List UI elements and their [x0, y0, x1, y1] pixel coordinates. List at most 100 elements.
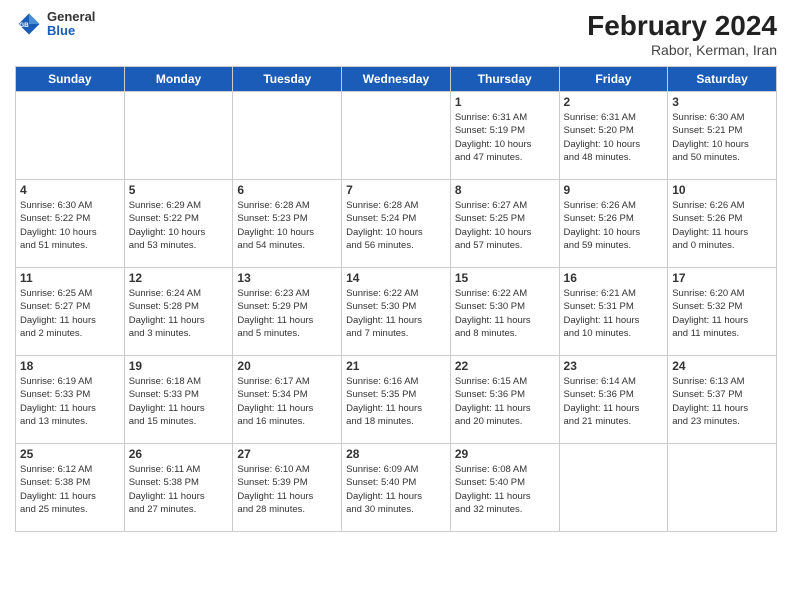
calendar-cell: 5 Sunrise: 6:29 AM Sunset: 5:22 PM Daylig… [124, 180, 233, 268]
calendar-cell: 19 Sunrise: 6:18 AM Sunset: 5:33 PM Dayli… [124, 356, 233, 444]
day-number: 26 [129, 447, 229, 461]
day-info: Sunrise: 6:09 AM Sunset: 5:40 PM Dayligh… [346, 463, 446, 516]
calendar-cell [342, 92, 451, 180]
calendar-cell: 18 Sunrise: 6:19 AM Sunset: 5:33 PM Dayli… [16, 356, 125, 444]
calendar-cell: 8 Sunrise: 6:27 AM Sunset: 5:25 PM Daylig… [450, 180, 559, 268]
day-info: Sunrise: 6:17 AM Sunset: 5:34 PM Dayligh… [237, 375, 337, 428]
calendar-cell: 1Sunrise: 6:31 AM Sunset: 5:19 PM Daylig… [450, 92, 559, 180]
month-year-title: February 2024 [587, 10, 777, 42]
calendar-cell: 3 Sunrise: 6:30 AM Sunset: 5:21 PM Daylig… [668, 92, 777, 180]
logo-general: General [47, 10, 95, 24]
day-number: 3 [672, 95, 772, 109]
day-info: Sunrise: 6:31 AM Sunset: 5:20 PM Dayligh… [564, 111, 664, 164]
day-info: Sunrise: 6:23 AM Sunset: 5:29 PM Dayligh… [237, 287, 337, 340]
calendar-table: SundayMondayTuesdayWednesdayThursdayFrid… [15, 66, 777, 532]
logo: GB General Blue [15, 10, 95, 39]
day-number: 23 [564, 359, 664, 373]
day-info: Sunrise: 6:10 AM Sunset: 5:39 PM Dayligh… [237, 463, 337, 516]
day-number: 18 [20, 359, 120, 373]
day-number: 21 [346, 359, 446, 373]
logo-text: General Blue [47, 10, 95, 39]
calendar-cell: 7 Sunrise: 6:28 AM Sunset: 5:24 PM Daylig… [342, 180, 451, 268]
day-info: Sunrise: 6:13 AM Sunset: 5:37 PM Dayligh… [672, 375, 772, 428]
calendar-week-row: 11Sunrise: 6:25 AM Sunset: 5:27 PM Dayli… [16, 268, 777, 356]
day-info: Sunrise: 6:22 AM Sunset: 5:30 PM Dayligh… [346, 287, 446, 340]
calendar-cell: 20 Sunrise: 6:17 AM Sunset: 5:34 PM Dayli… [233, 356, 342, 444]
day-info: Sunrise: 6:28 AM Sunset: 5:24 PM Dayligh… [346, 199, 446, 252]
day-info: Sunrise: 6:30 AM Sunset: 5:21 PM Dayligh… [672, 111, 772, 164]
calendar-cell: 27 Sunrise: 6:10 AM Sunset: 5:39 PM Dayli… [233, 444, 342, 532]
header: GB General Blue February 2024 Rabor, Ker… [15, 10, 777, 58]
day-info: Sunrise: 6:28 AM Sunset: 5:23 PM Dayligh… [237, 199, 337, 252]
calendar-cell: 23Sunrise: 6:14 AM Sunset: 5:36 PM Dayli… [559, 356, 668, 444]
day-number: 9 [564, 183, 664, 197]
calendar-cell: 22Sunrise: 6:15 AM Sunset: 5:36 PM Dayli… [450, 356, 559, 444]
day-info: Sunrise: 6:15 AM Sunset: 5:36 PM Dayligh… [455, 375, 555, 428]
day-info: Sunrise: 6:11 AM Sunset: 5:38 PM Dayligh… [129, 463, 229, 516]
weekday-header: Wednesday [342, 67, 451, 92]
calendar-header-row: SundayMondayTuesdayWednesdayThursdayFrid… [16, 67, 777, 92]
day-info: Sunrise: 6:29 AM Sunset: 5:22 PM Dayligh… [129, 199, 229, 252]
day-info: Sunrise: 6:30 AM Sunset: 5:22 PM Dayligh… [20, 199, 120, 252]
day-number: 7 [346, 183, 446, 197]
day-info: Sunrise: 6:26 AM Sunset: 5:26 PM Dayligh… [564, 199, 664, 252]
day-info: Sunrise: 6:18 AM Sunset: 5:33 PM Dayligh… [129, 375, 229, 428]
calendar-cell: 24 Sunrise: 6:13 AM Sunset: 5:37 PM Dayli… [668, 356, 777, 444]
day-info: Sunrise: 6:12 AM Sunset: 5:38 PM Dayligh… [20, 463, 120, 516]
day-number: 16 [564, 271, 664, 285]
weekday-header: Monday [124, 67, 233, 92]
calendar-cell: 10 Sunrise: 6:26 AM Sunset: 5:26 PM Dayli… [668, 180, 777, 268]
calendar-cell: 26 Sunrise: 6:11 AM Sunset: 5:38 PM Dayli… [124, 444, 233, 532]
day-number: 5 [129, 183, 229, 197]
calendar-cell: 2 Sunrise: 6:31 AM Sunset: 5:20 PM Daylig… [559, 92, 668, 180]
day-info: Sunrise: 6:20 AM Sunset: 5:32 PM Dayligh… [672, 287, 772, 340]
calendar-cell [559, 444, 668, 532]
svg-text:GB: GB [19, 22, 29, 29]
calendar-cell [668, 444, 777, 532]
calendar-cell: 11Sunrise: 6:25 AM Sunset: 5:27 PM Dayli… [16, 268, 125, 356]
day-number: 4 [20, 183, 120, 197]
calendar-week-row: 1Sunrise: 6:31 AM Sunset: 5:19 PM Daylig… [16, 92, 777, 180]
day-number: 25 [20, 447, 120, 461]
day-info: Sunrise: 6:21 AM Sunset: 5:31 PM Dayligh… [564, 287, 664, 340]
day-number: 6 [237, 183, 337, 197]
day-number: 20 [237, 359, 337, 373]
day-number: 8 [455, 183, 555, 197]
calendar-cell [124, 92, 233, 180]
day-number: 17 [672, 271, 772, 285]
day-number: 12 [129, 271, 229, 285]
day-number: 14 [346, 271, 446, 285]
weekday-header: Friday [559, 67, 668, 92]
logo-blue: Blue [47, 24, 95, 38]
day-number: 11 [20, 271, 120, 285]
page-container: GB General Blue February 2024 Rabor, Ker… [0, 0, 792, 542]
day-number: 2 [564, 95, 664, 109]
calendar-cell: 4 Sunrise: 6:30 AM Sunset: 5:22 PM Daylig… [16, 180, 125, 268]
calendar-cell [16, 92, 125, 180]
weekday-header: Sunday [16, 67, 125, 92]
day-number: 15 [455, 271, 555, 285]
calendar-week-row: 25 Sunrise: 6:12 AM Sunset: 5:38 PM Dayli… [16, 444, 777, 532]
calendar-cell: 17 Sunrise: 6:20 AM Sunset: 5:32 PM Dayli… [668, 268, 777, 356]
day-info: Sunrise: 6:24 AM Sunset: 5:28 PM Dayligh… [129, 287, 229, 340]
day-info: Sunrise: 6:22 AM Sunset: 5:30 PM Dayligh… [455, 287, 555, 340]
calendar-cell [233, 92, 342, 180]
day-info: Sunrise: 6:27 AM Sunset: 5:25 PM Dayligh… [455, 199, 555, 252]
day-number: 28 [346, 447, 446, 461]
title-block: February 2024 Rabor, Kerman, Iran [587, 10, 777, 58]
calendar-cell: 9 Sunrise: 6:26 AM Sunset: 5:26 PM Daylig… [559, 180, 668, 268]
calendar-week-row: 18 Sunrise: 6:19 AM Sunset: 5:33 PM Dayli… [16, 356, 777, 444]
day-info: Sunrise: 6:19 AM Sunset: 5:33 PM Dayligh… [20, 375, 120, 428]
calendar-cell: 14 Sunrise: 6:22 AM Sunset: 5:30 PM Dayli… [342, 268, 451, 356]
weekday-header: Thursday [450, 67, 559, 92]
day-number: 19 [129, 359, 229, 373]
calendar-cell: 29Sunrise: 6:08 AM Sunset: 5:40 PM Dayli… [450, 444, 559, 532]
day-number: 13 [237, 271, 337, 285]
day-number: 24 [672, 359, 772, 373]
calendar-cell: 28 Sunrise: 6:09 AM Sunset: 5:40 PM Dayli… [342, 444, 451, 532]
day-info: Sunrise: 6:26 AM Sunset: 5:26 PM Dayligh… [672, 199, 772, 252]
day-info: Sunrise: 6:16 AM Sunset: 5:35 PM Dayligh… [346, 375, 446, 428]
day-number: 10 [672, 183, 772, 197]
day-number: 1 [455, 95, 555, 109]
day-number: 27 [237, 447, 337, 461]
